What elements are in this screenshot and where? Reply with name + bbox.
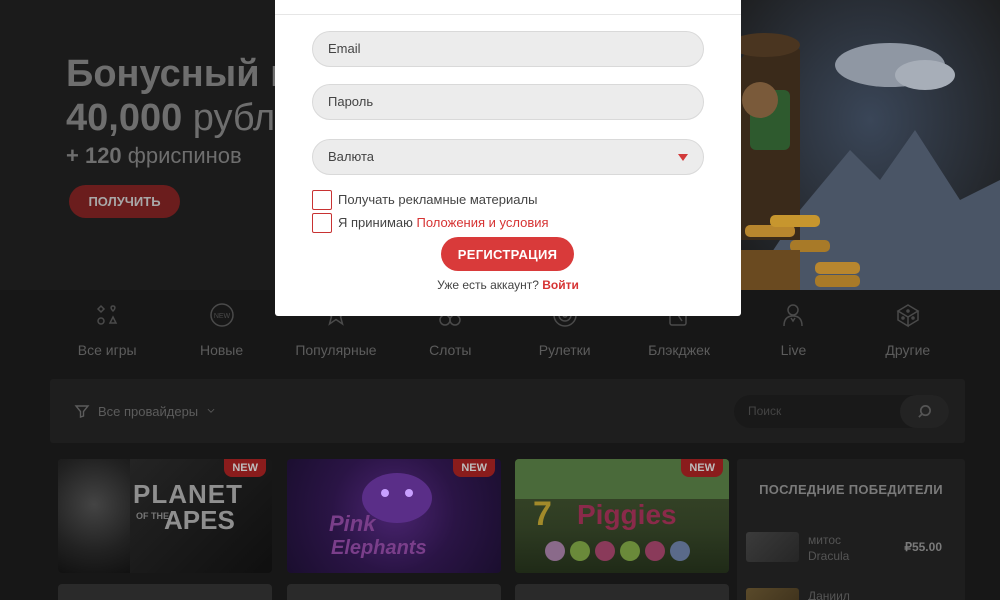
new-badge: NEW <box>224 459 266 477</box>
registration-modal: Email Пароль Валюта Получать рекламные м… <box>275 0 741 316</box>
email-field[interactable]: Email <box>312 31 704 67</box>
dealer-icon <box>778 300 808 330</box>
winner-row[interactable]: митос Dracula ₽55.00 <box>746 532 956 564</box>
new-icon: NEW <box>207 300 237 330</box>
game-artwork <box>58 459 130 573</box>
game-title: 7 <box>533 495 552 533</box>
hero-amount-value: 40,000 <box>66 97 183 139</box>
hero-spins: + 120 фриспинов <box>66 143 242 169</box>
game-title: Pink <box>329 511 376 536</box>
hero-illustration <box>740 0 1000 290</box>
svg-text:NEW: NEW <box>213 313 230 320</box>
game-tile-planet-of-the-apes[interactable]: PLANET OF THE APES NEW <box>58 459 272 573</box>
dice-icon <box>893 300 923 330</box>
filter-bar: Все провайдеры Поиск <box>50 379 965 443</box>
game-tile[interactable] <box>58 584 272 600</box>
category-other[interactable]: Другие <box>851 300 965 370</box>
game-tile[interactable] <box>287 584 501 600</box>
game-tile-pink-elephants[interactable]: Pink Elephants NEW <box>287 459 501 573</box>
terms-checkbox-label: Я принимаю Положения и условия <box>338 215 549 230</box>
category-label: Новые <box>199 342 244 358</box>
category-label: Все игры <box>77 342 137 358</box>
register-button[interactable]: РЕГИСТРАЦИЯ <box>441 237 574 271</box>
category-new[interactable]: NEW Новые <box>164 300 278 370</box>
promo-checkbox-label: Получать рекламные материалы <box>338 192 538 207</box>
filter-icon <box>74 405 90 418</box>
all-games-icon <box>92 300 122 330</box>
category-label: Live <box>780 342 807 358</box>
game-tile[interactable] <box>515 584 729 600</box>
winner-name: Даниил <box>808 589 850 600</box>
new-badge: NEW <box>681 459 723 477</box>
category-label: Рулетки <box>538 342 591 358</box>
category-all-games[interactable]: Все игры <box>50 300 164 370</box>
hero-spins-count: + 120 <box>66 143 122 168</box>
terms-link[interactable]: Положения и условия <box>417 215 549 230</box>
get-bonus-button[interactable]: ПОЛУЧИТЬ <box>69 185 180 218</box>
terms-checkbox[interactable] <box>312 213 332 233</box>
providers-dropdown[interactable]: Все провайдеры <box>74 403 216 419</box>
category-live[interactable]: Live <box>736 300 850 370</box>
promo-checkbox[interactable] <box>312 190 332 210</box>
have-account-text: Уже есть аккаунт? <box>437 278 539 292</box>
hero-spins-text: фриспинов <box>127 143 242 168</box>
game-tile-7-piggies[interactable]: 7 Piggies NEW <box>515 459 729 573</box>
terms-prefix: Я принимаю <box>338 215 413 230</box>
login-prompt: Уже есть аккаунт? Войти <box>275 278 741 292</box>
winner-game-thumbnail <box>746 588 799 600</box>
category-label: Другие <box>885 342 931 358</box>
winner-game: Dracula <box>808 549 850 563</box>
winner-amount: ₽55.00 <box>904 540 942 554</box>
search-icon <box>918 405 931 418</box>
game-title-line2: Piggies <box>577 499 677 530</box>
game-title-line2: APES <box>164 505 235 535</box>
password-field[interactable]: Пароль <box>312 84 704 120</box>
chevron-down-icon <box>207 408 215 413</box>
new-badge: NEW <box>453 459 495 477</box>
recent-winners-panel: ПОСЛЕДНИЕ ПОБЕДИТЕЛИ митос Dracula ₽55.0… <box>737 459 965 600</box>
providers-label: Все провайдеры <box>98 403 199 419</box>
category-label: Слоты <box>429 342 472 358</box>
search-button[interactable] <box>900 395 949 428</box>
caret-down-icon <box>678 154 688 161</box>
winner-name: митос <box>808 533 841 547</box>
modal-divider <box>275 14 741 15</box>
game-title-line2: Elephants <box>331 537 427 559</box>
recent-winners-title: ПОСЛЕДНИЕ ПОБЕДИТЕЛИ <box>759 482 943 497</box>
game-title: PLANET <box>133 479 243 509</box>
currency-select[interactable]: Валюта <box>312 139 704 175</box>
category-label: Популярные <box>295 342 377 358</box>
winner-row[interactable]: Даниил <box>746 588 956 600</box>
winner-game-thumbnail <box>746 532 799 562</box>
category-label: Блэкджек <box>648 342 711 358</box>
currency-select-label: Валюта <box>328 149 374 164</box>
login-link[interactable]: Войти <box>542 278 579 292</box>
